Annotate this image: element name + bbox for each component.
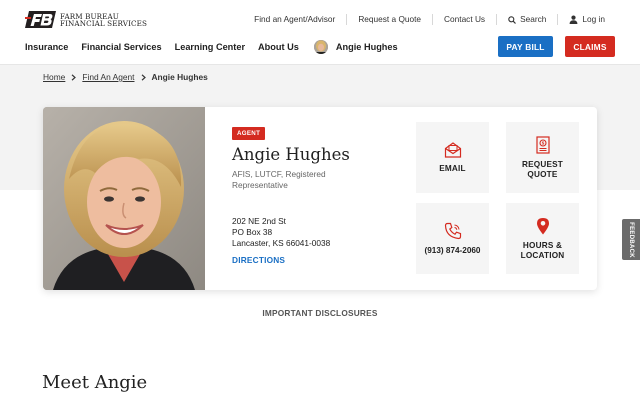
address-line-2: PO Box 38 [232,227,273,237]
email-label: EMAIL [439,163,466,173]
breadcrumb-current: Angie Hughes [151,72,208,82]
logo-mark-icon [25,11,56,28]
find-agent-link[interactable]: Find an Agent/Advisor [243,14,346,25]
chevron-right-icon [141,73,146,81]
feedback-tab[interactable]: FEEDBACK [622,219,640,260]
claims-button[interactable]: CLAIMS [565,36,615,57]
search-label: Search [520,14,547,24]
agent-badge: AGENT [232,127,266,140]
document-icon: $ [535,135,550,154]
map-pin-icon [536,217,549,234]
hours-location-tile[interactable]: HOURS & LOCATION [506,203,579,274]
avatar [313,40,328,54]
main-nav: Insurance Financial Services Learning Ce… [25,40,398,54]
search-icon [508,15,517,24]
login-label: Log in [582,14,605,24]
find-agent-label: Find an Agent/Advisor [254,14,336,24]
contact-us-link[interactable]: Contact Us [432,14,496,25]
nav-learning-center[interactable]: Learning Center [175,42,245,52]
breadcrumb-home[interactable]: Home [43,72,65,82]
logo-line-2: FINANCIAL SERVICES [60,18,148,28]
request-quote-label: Request a Quote [358,14,422,24]
phone-label: (913) 874-2060 [424,245,481,255]
important-disclosures-link[interactable]: IMPORTANT DISCLOSURES [0,308,640,318]
chevron-right-icon [71,73,77,81]
envelope-icon [444,141,461,158]
nav-about-us[interactable]: About Us [258,42,299,52]
pay-bill-button[interactable]: PAY BILL [498,36,553,57]
meet-heading: Meet Angie [42,372,148,393]
address-line-3: Lancaster, KS 66041-0038 [232,238,331,248]
breadcrumb-find-agent[interactable]: Find An Agent [82,72,134,82]
user-icon [569,15,578,24]
agent-photo [43,107,205,290]
agent-chip-name: Angie Hughes [335,42,398,52]
nav-financial-services[interactable]: Financial Services [81,42,161,52]
agent-address: 202 NE 2nd St PO Box 38 Lancaster, KS 66… [232,216,330,249]
phone-tile[interactable]: (913) 874-2060 [416,203,489,274]
phone-icon [444,222,461,239]
feedback-label: FEEDBACK [628,221,635,258]
breadcrumb: Home Find An Agent Angie Hughes [43,72,208,82]
hours-line-2: LOCATION [520,250,565,260]
request-quote-line-2: QUOTE [527,169,558,179]
search-link[interactable]: Search [496,14,557,25]
contact-us-label: Contact Us [444,14,486,24]
utility-nav: Find an Agent/Advisor Request a Quote Co… [243,14,616,25]
hours-line-1: HOURS & [522,240,563,250]
agent-card: AGENT Angie Hughes AFIS, LUTCF, Register… [43,107,597,290]
request-quote-tile[interactable]: $ REQUEST QUOTE [506,122,579,193]
request-quote-link[interactable]: Request a Quote [346,14,432,25]
agent-chip[interactable]: Angie Hughes [313,40,398,54]
svg-text:$: $ [541,140,544,145]
nav-insurance[interactable]: Insurance [25,42,68,52]
agent-title: AFIS, LUTCF, Registered Representative [232,169,326,190]
brand-logo[interactable]: FARM BUREAU FINANCIAL SERVICES [25,11,147,28]
hours-location-label: HOURS & LOCATION [521,241,565,261]
address-line-1: 202 NE 2nd St [232,216,286,226]
login-link[interactable]: Log in [557,14,616,25]
directions-link[interactable]: DIRECTIONS [232,255,285,265]
request-quote-line-1: REQUEST [522,159,563,169]
email-tile[interactable]: EMAIL [416,122,489,193]
logo-text: FARM BUREAU FINANCIAL SERVICES [60,12,148,28]
agent-name: Angie Hughes [232,145,350,164]
request-quote-label: REQUEST QUOTE [522,160,563,180]
